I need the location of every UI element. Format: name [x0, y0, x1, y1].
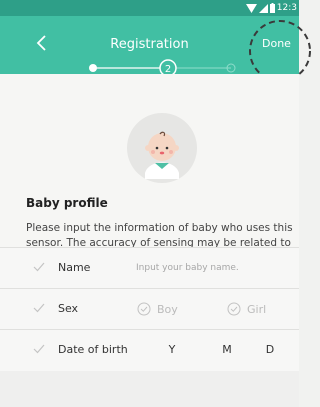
check-icon [33, 303, 45, 313]
sex-option-label: Girl [247, 302, 267, 316]
status-icons: 12:3 [245, 1, 297, 15]
check-icon [33, 344, 45, 354]
check-icon [33, 262, 45, 272]
birth-day-field[interactable]: D [255, 338, 285, 362]
sex-row: Sex Boy Girl [0, 288, 299, 330]
name-input[interactable] [136, 258, 296, 278]
battery-icon [269, 3, 275, 13]
step-1-dot [89, 64, 97, 72]
name-row: Name [0, 247, 299, 289]
status-time: 12:3 [276, 3, 297, 13]
radio-check-icon [137, 302, 151, 316]
sex-option-boy[interactable]: Boy [137, 297, 178, 321]
page-title: Registration [110, 37, 189, 52]
baby-avatar-icon [127, 113, 197, 183]
sex-label: Sex [58, 302, 79, 315]
birth-row: Date of birth Y M D [0, 329, 299, 372]
birth-year-field[interactable]: Y [157, 338, 187, 362]
sex-option-girl[interactable]: Girl [227, 297, 266, 321]
section-heading: Baby profile [26, 196, 108, 210]
status-bar: 12:3 [0, 0, 299, 16]
bottom-area [0, 371, 299, 407]
wifi-icon [245, 3, 257, 13]
radio-check-icon [227, 302, 241, 316]
done-button[interactable]: Done [262, 37, 291, 50]
sex-option-label: Boy [157, 302, 178, 316]
profile-section: Baby profile Please input the informatio… [0, 74, 299, 264]
signal-icon [258, 3, 268, 13]
birth-month-field[interactable]: M [212, 338, 242, 362]
birth-label: Date of birth [58, 343, 128, 356]
name-label: Name [58, 261, 91, 274]
app-bar: Registration Done 2 [0, 16, 311, 82]
profile-form: Name Sex Boy Girl Date of birth Y M D [0, 247, 299, 372]
